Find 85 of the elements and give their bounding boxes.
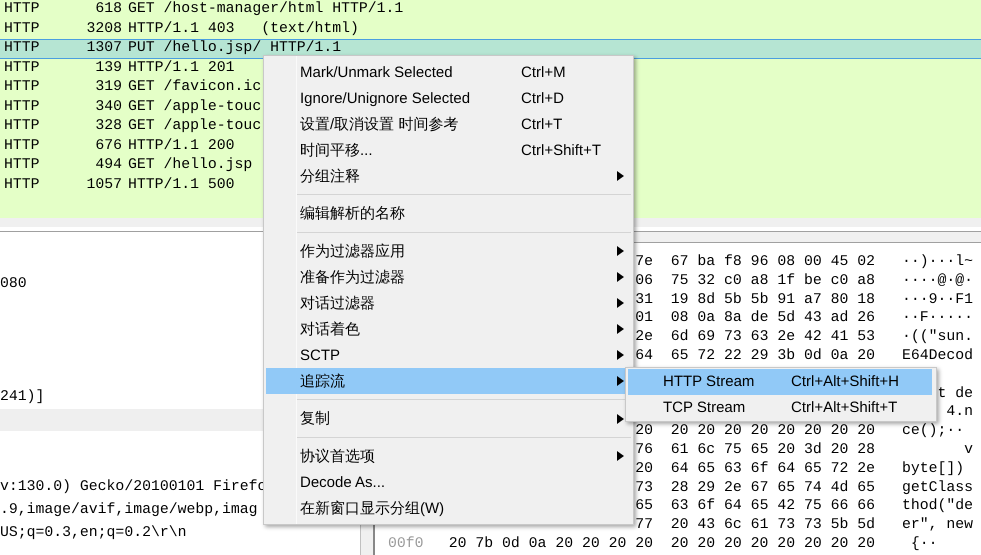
hex-bytes: 20 20 20 20 20 20 20 20 20 [635, 422, 875, 441]
ascii-text: getClass [902, 478, 973, 498]
ascii-text: ····@·@· [902, 272, 973, 291]
table-cell-text: 139 [94, 58, 122, 78]
ascii-text: E64Decod [902, 346, 973, 366]
hex-bytes: 01 08 0a 8a de 5d 43 ad 26 [635, 309, 875, 328]
table-cell-text: GET /favicon.ic [128, 78, 262, 97]
table-cell-text: GET /hello.jsp [128, 156, 252, 175]
table-cell-text: 1057 [85, 176, 122, 194]
table-cell-text: GET /host-manager/html HTTP/1.1 [128, 0, 404, 19]
hex-bytes: 65 63 6f 64 65 42 75 66 66 [635, 497, 875, 516]
ascii-text: ce();·· [902, 422, 966, 441]
packet-row[interactable]: HTTP 1307 PUT /hello.jsp/ HTTP/1.1 [0, 39, 981, 58]
ascii-text: {·· [910, 534, 938, 554]
table-cell-text: 3208 [85, 20, 122, 38]
menu-item[interactable]: 准备作为过滤器 [266, 264, 631, 290]
hex-bytes: 2e 6d 69 73 63 2e 42 41 53 [635, 328, 875, 347]
hex-bytes: 64 65 72 22 29 3b 0d 0a 20 [635, 346, 875, 366]
hex-bytes: 76 61 6c 75 65 20 3d 20 28 [635, 440, 875, 460]
ascii-text: ···9··F1 [902, 290, 973, 310]
ascii-text: er", new [902, 516, 973, 535]
table-cell-text: HTTP [4, 98, 41, 116]
table-cell-text: HTTP [4, 117, 41, 136]
ascii-text: thod("de [902, 497, 973, 516]
table-cell-text: GET /apple-touc [128, 98, 262, 116]
menu-item[interactable]: SCTP [266, 342, 631, 368]
tree-item-text: 241)] [0, 388, 44, 407]
menu-item[interactable]: Ignore/Unignore Selected Ctrl+D [266, 85, 631, 111]
hex-bytes: 77 20 43 6c 61 73 73 5b 5d [635, 516, 875, 535]
menu-item[interactable]: 对话着色 [266, 316, 631, 342]
menu-item[interactable]: 分组注释 [266, 163, 631, 189]
menu-item[interactable]: Mark/Unmark Selected Ctrl+M [266, 59, 631, 85]
table-cell-text: HTTP [4, 40, 41, 58]
table-cell-text: HTTP/1.1 200 [128, 136, 235, 156]
shortcut-text: Ctrl+Shift+T [521, 142, 602, 158]
ascii-text: v [963, 440, 973, 460]
tree-row[interactable]: US;q=0.3,en;q=0.2\r\n [0, 522, 360, 544]
table-cell-text: 676 [94, 136, 122, 156]
table-cell-text: HTTP [4, 20, 41, 38]
table-cell-text: HTTP [4, 136, 41, 156]
table-cell-text: HTTP [4, 176, 41, 194]
ascii-text: ·(("sun. [902, 328, 973, 347]
tree-item-text: US;q=0.3,en;q=0.2\r\n [0, 524, 186, 543]
menu-item[interactable]: 在新窗口显示分组(W) [266, 495, 631, 521]
table-cell-text: HTTP [4, 58, 41, 78]
menu-item[interactable]: 作为过滤器应用 [266, 238, 631, 264]
hex-bytes: 73 28 29 2e 67 65 74 4d 65 [635, 478, 875, 498]
ascii-text: t de [937, 384, 973, 404]
ascii-text: ··)···l~ [902, 253, 973, 272]
ascii-text: byte[]) [902, 460, 966, 479]
shortcut-text: Ctrl+M [521, 64, 567, 80]
menu-item[interactable]: 编辑解析的名称 [266, 200, 631, 226]
offset-text: 00f0 [388, 534, 425, 554]
shortcut-text: Ctrl+D [521, 90, 565, 106]
table-cell-text: 1307 [85, 40, 122, 58]
hex-bytes: 20 7b 0d 0a 20 20 20 20 20 20 20 20 20 20 20 20 [448, 534, 875, 554]
hex-bytes: 7e 67 ba f8 96 08 00 45 02 [635, 253, 875, 272]
shortcut-text: Ctrl+Alt+Shift+T [791, 398, 898, 416]
table-cell-text: HTTP/1.1 500 [128, 176, 235, 194]
ascii-text: 4.n [946, 403, 973, 422]
ascii-text: ··F····· [902, 309, 973, 328]
table-cell-text: 340 [94, 98, 122, 116]
table-cell-text: HTTP/1.1 201 [128, 58, 235, 78]
menu-item[interactable]: HTTP Stream Ctrl+Alt+Shift+H [628, 369, 932, 394]
shortcut-text: Ctrl+Alt+Shift+H [791, 373, 900, 390]
menu-item[interactable]: 对话过滤器 [266, 290, 631, 316]
table-cell-text: HTTP [4, 0, 41, 19]
table-cell-text: 319 [94, 78, 122, 97]
table-cell-text: 328 [94, 117, 122, 136]
table-cell-text: GET /apple-touc [128, 117, 262, 136]
hex-bytes: 06 75 32 c0 a8 1f be c0 a8 [635, 272, 875, 291]
table-cell-text: 494 [94, 156, 122, 175]
menu-item[interactable]: Decode As... [266, 469, 631, 495]
menu-item[interactable]: 时间平移... Ctrl+Shift+T [266, 137, 631, 163]
table-cell-text: HTTP/1.1 403 (text/html) [128, 20, 359, 38]
hex-bytes: 31 19 8d 5b 5b 91 a7 80 18 [635, 290, 875, 310]
table-cell-text: HTTP [4, 156, 41, 175]
table-cell-text: HTTP [4, 78, 41, 97]
hex-bytes: 20 64 65 63 6f 64 65 72 2e [635, 460, 875, 479]
menu-item[interactable]: 设置/取消设置 时间参考 Ctrl+T [266, 111, 631, 137]
table-cell: PUT /hello.jsp/ HTTP/1.1 [128, 40, 342, 58]
menu-item[interactable]: 协议首选项 [266, 443, 631, 469]
table-cell-text: 618 [94, 0, 122, 19]
menu-item[interactable]: TCP Stream Ctrl+Alt+Shift+T [628, 394, 932, 420]
shortcut-text: Ctrl+T [521, 116, 564, 132]
